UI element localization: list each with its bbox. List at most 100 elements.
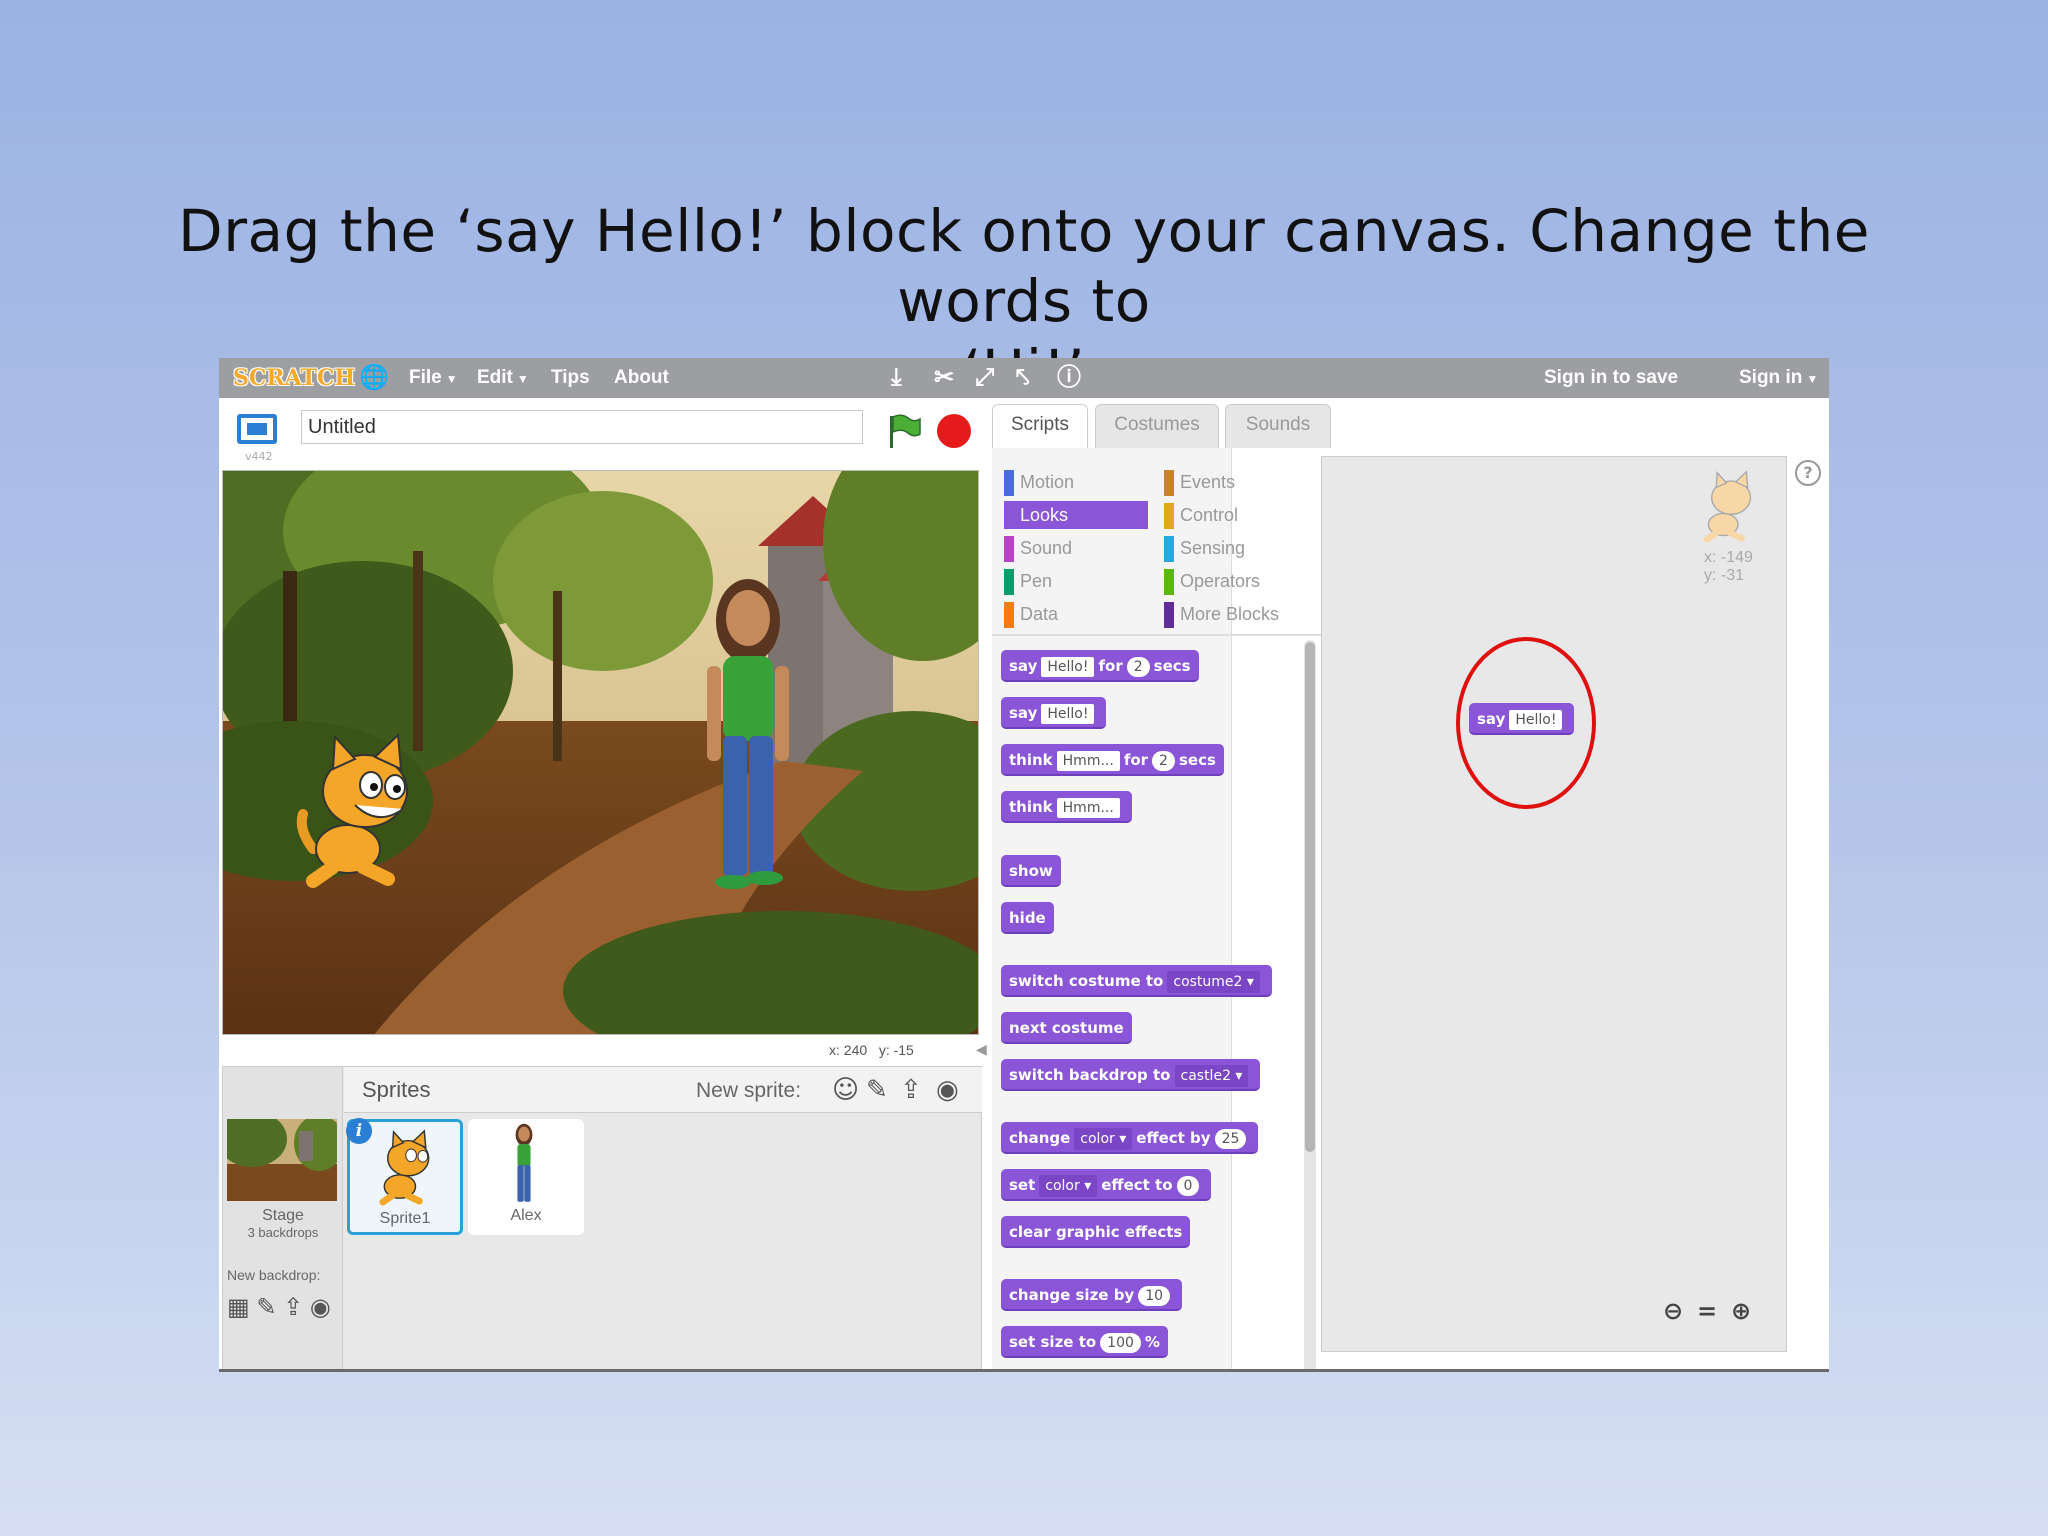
- stage-thumbnail[interactable]: [227, 1119, 337, 1201]
- switch-costume-block[interactable]: switch costume to costume2 ▾: [1001, 965, 1272, 997]
- change-effect-block[interactable]: change color ▾ effect by 25: [1001, 1122, 1259, 1154]
- hide-block[interactable]: hide: [1001, 902, 1054, 934]
- backdrop-dropdown[interactable]: castle2 ▾: [1174, 1065, 1249, 1087]
- category-sound[interactable]: Sound: [1004, 534, 1154, 562]
- camera-sprite-icon[interactable]: ◉: [936, 1075, 959, 1105]
- clear-graphic-effects-block[interactable]: clear graphic effects: [1001, 1216, 1191, 1248]
- stop-sign-icon[interactable]: [937, 414, 971, 448]
- sprite-tile-sprite1[interactable]: i Sprite1: [346, 1118, 463, 1235]
- camera-backdrop-icon[interactable]: ◉: [310, 1294, 331, 1321]
- change-size-block[interactable]: change size by 10: [1001, 1279, 1183, 1311]
- category-more-blocks[interactable]: More Blocks: [1164, 600, 1314, 628]
- new-backdrop-label: New backdrop:: [227, 1267, 321, 1283]
- show-block[interactable]: show: [1001, 855, 1061, 887]
- category-operators[interactable]: Operators: [1164, 567, 1314, 595]
- set-size-label: set size to: [1009, 1333, 1097, 1351]
- sprite-position: x: -149 y: -31: [1704, 549, 1753, 585]
- say-for-secs-block[interactable]: say Hello! for 2 secs: [1001, 650, 1199, 682]
- grow-icon[interactable]: ⤢: [975, 358, 994, 398]
- zoom-in-icon[interactable]: ⊕: [1724, 1297, 1758, 1325]
- category-motion[interactable]: Motion: [1004, 468, 1154, 496]
- duplicate-icon[interactable]: ⤓: [891, 358, 902, 398]
- new-backdrop-icons: ▦ ✎ ⇪ ◉: [227, 1293, 331, 1322]
- help-icon[interactable]: ⓘ: [1057, 358, 1081, 398]
- sprites-header: Sprites New sprite: ☺ ✎ ⇪ ◉: [344, 1067, 982, 1113]
- zoom-out-icon[interactable]: ⊖: [1656, 1297, 1690, 1325]
- effect-amount-field[interactable]: 25: [1214, 1129, 1247, 1149]
- collapse-arrow-icon[interactable]: ◀: [976, 1042, 987, 1058]
- paint-sprite-icon[interactable]: ✎: [866, 1075, 888, 1105]
- costume-dropdown[interactable]: costume2 ▾: [1167, 971, 1260, 993]
- delete-icon[interactable]: ✂: [934, 358, 954, 398]
- for-keyword: for: [1098, 657, 1123, 675]
- next-costume-block[interactable]: next costume: [1001, 1012, 1132, 1044]
- set-size-block[interactable]: set size to 100%: [1001, 1326, 1168, 1358]
- think-keyword: think: [1009, 751, 1053, 769]
- sprite-tile-alex[interactable]: Alex: [468, 1119, 584, 1235]
- say-keyword: say: [1009, 657, 1038, 675]
- fullscreen-icon[interactable]: [237, 414, 277, 444]
- cat-sprite[interactable]: [293, 729, 428, 889]
- green-flag-icon[interactable]: [886, 412, 922, 450]
- mouse-coordinates: x: 240 y: -15: [829, 1042, 914, 1058]
- size-amount-field[interactable]: 10: [1138, 1286, 1171, 1306]
- menu-bar: SCRATCH 🌐 File ▼ Edit ▼ Tips About ⤓ ✂ ⤢ ⤣…: [219, 358, 1829, 398]
- palette-scrollbar-thumb[interactable]: [1305, 642, 1315, 1152]
- effect-dropdown[interactable]: color ▾: [1039, 1175, 1098, 1197]
- effect-value-field[interactable]: 0: [1176, 1176, 1200, 1196]
- stage-canvas[interactable]: [222, 470, 979, 1035]
- shrink-icon[interactable]: ⤣: [1016, 358, 1030, 398]
- menu-file[interactable]: File ▼: [409, 358, 458, 398]
- think-for-secs-block[interactable]: think Hmm... for 2 secs: [1001, 744, 1224, 776]
- tab-scripts[interactable]: Scripts: [992, 404, 1088, 448]
- menu-edit[interactable]: Edit ▼: [477, 358, 529, 398]
- mouse-x-value: 240: [843, 1042, 868, 1058]
- alex-sprite[interactable]: [693, 576, 803, 896]
- category-sensing[interactable]: Sensing: [1164, 534, 1314, 562]
- sprite-x: x: -149: [1704, 549, 1753, 566]
- set-effect-block[interactable]: set color ▾ effect to 0: [1001, 1169, 1212, 1201]
- secs-field[interactable]: 2: [1152, 751, 1175, 771]
- tab-sounds[interactable]: Sounds: [1225, 404, 1331, 448]
- menu-tips[interactable]: Tips: [551, 358, 590, 398]
- upload-sprite-icon[interactable]: ⇪: [900, 1075, 922, 1105]
- for-keyword: for: [1123, 751, 1149, 769]
- stage-column: Stage 3 backdrops New backdrop: ▦ ✎ ⇪ ◉: [223, 1067, 343, 1369]
- scratch-logo[interactable]: SCRATCH: [227, 362, 361, 394]
- alex-thumbnail: [515, 1123, 533, 1202]
- category-looks[interactable]: Looks: [1004, 501, 1148, 529]
- think-text-field[interactable]: Hmm...: [1056, 751, 1120, 771]
- size-value-field[interactable]: 100: [1100, 1333, 1141, 1353]
- switch-backdrop-block[interactable]: switch backdrop to castle2 ▾: [1001, 1059, 1261, 1091]
- category-pen[interactable]: Pen: [1004, 567, 1154, 595]
- category-control[interactable]: Control: [1164, 501, 1314, 529]
- scratch-editor-screenshot: SCRATCH 🌐 File ▼ Edit ▼ Tips About ⤓ ✂ ⤢ ⤣…: [219, 358, 1829, 1372]
- say-text-field[interactable]: Hello!: [1041, 657, 1095, 677]
- globe-icon[interactable]: 🌐: [359, 358, 389, 398]
- tab-costumes[interactable]: Costumes: [1095, 404, 1219, 448]
- sign-in-menu[interactable]: Sign in ▼: [1739, 358, 1818, 398]
- think-text-field[interactable]: Hmm...: [1056, 798, 1120, 818]
- sprite1-label: Sprite1: [379, 1210, 431, 1227]
- category-events[interactable]: Events: [1164, 468, 1314, 496]
- backdrop-library-icon[interactable]: ▦: [227, 1294, 250, 1321]
- upload-backdrop-icon[interactable]: ⇪: [283, 1294, 303, 1321]
- size-unit: %: [1144, 1333, 1160, 1351]
- say-text-field[interactable]: Hello!: [1041, 704, 1095, 724]
- script-help-icon[interactable]: ?: [1795, 460, 1821, 486]
- say-block[interactable]: say Hello!: [1001, 697, 1107, 729]
- category-data[interactable]: Data: [1004, 600, 1154, 628]
- script-area[interactable]: x: -149 y: -31 say Hello! ⊖ = ⊕: [1321, 456, 1787, 1352]
- secs-field[interactable]: 2: [1126, 657, 1150, 677]
- slide-title-line1: Drag the ‘say Hello!’ block onto your ca…: [178, 197, 1870, 335]
- menu-about[interactable]: About: [614, 358, 669, 398]
- sprite-library-icon[interactable]: ☺: [832, 1075, 859, 1105]
- project-title-input[interactable]: [301, 410, 863, 444]
- sign-in-to-save-link[interactable]: Sign in to save: [1544, 358, 1678, 398]
- effect-dropdown[interactable]: color ▾: [1074, 1128, 1133, 1150]
- effect-dropdown-value: color: [1045, 1178, 1080, 1194]
- zoom-reset-icon[interactable]: =: [1690, 1297, 1724, 1325]
- think-block[interactable]: think Hmm...: [1001, 791, 1132, 823]
- paint-backdrop-icon[interactable]: ✎: [256, 1294, 276, 1321]
- sign-in-label: Sign in: [1739, 367, 1803, 388]
